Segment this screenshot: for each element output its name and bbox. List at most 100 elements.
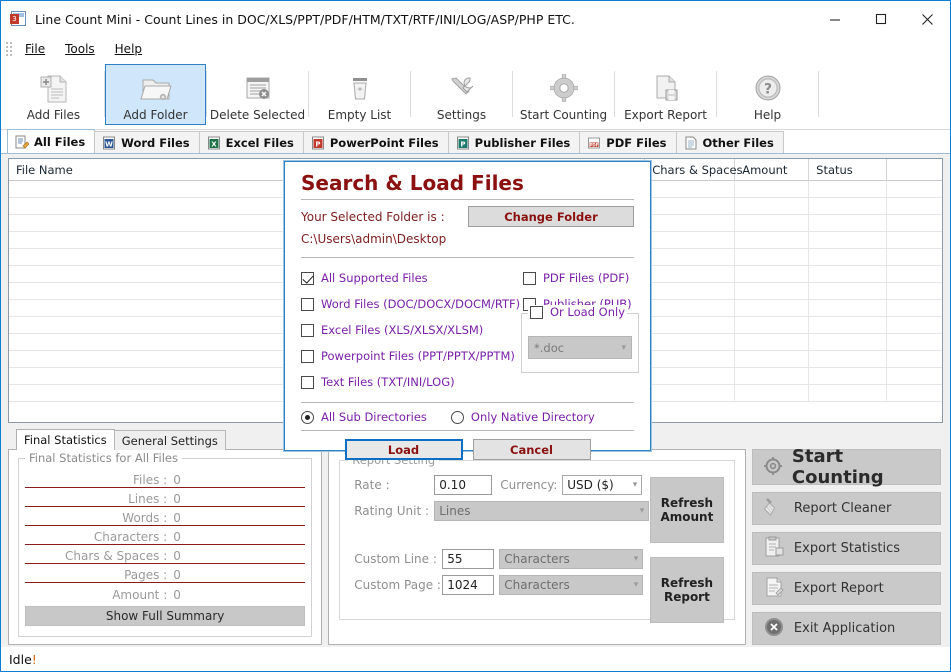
action-label-start-counting: Start Counting [791, 446, 884, 488]
checkbox-pdf-files[interactable]: PDF Files (PDF) [523, 265, 634, 291]
statistic-label: Characters : [93, 530, 168, 544]
tab-publisher-files[interactable]: P Publisher Files [447, 131, 581, 153]
table-cell [887, 266, 942, 282]
toolbar-button-settings[interactable]: Settings [411, 64, 512, 125]
custom-line-unit-select[interactable]: Characters ▾ [499, 549, 644, 569]
currency-select[interactable]: USD ($) ▾ [562, 475, 643, 495]
radio-all-sub-directories[interactable] [301, 410, 314, 424]
checkbox-box-pdf[interactable] [523, 271, 536, 285]
dialog-divider-1 [301, 199, 634, 200]
refresh-amount-button[interactable]: Refresh Amount [649, 477, 724, 543]
custom-page-unit-select[interactable]: Characters ▾ [499, 575, 644, 595]
checkbox-powerpoint-files[interactable]: Powerpoint Files (PPT/PPTX/PPTM) [301, 343, 523, 369]
help-icon: ? [751, 71, 785, 107]
close-button[interactable] [904, 2, 950, 36]
final-statistics-group-label: Final Statistics for All Files [25, 451, 183, 465]
selected-folder-label: Your Selected Folder is : [301, 209, 445, 224]
checkbox-box-text[interactable] [301, 375, 314, 389]
menu-item-help[interactable]: Help [105, 39, 152, 59]
load-only-extension-select[interactable]: *.doc ▾ [528, 336, 632, 359]
tab-final-statistics[interactable]: Final Statistics [16, 429, 115, 450]
checkbox-or-load-only[interactable]: Or Load Only [528, 305, 628, 319]
action-exit-application[interactable]: Exit Application [751, 612, 941, 645]
toolbar: Add Files Add Folder Delete Selected Emp… [1, 61, 950, 130]
currency-label: Currency: [500, 478, 558, 492]
checkbox-box-powerpoint[interactable] [301, 349, 314, 363]
exit-icon [763, 616, 785, 641]
checkbox-box-load-only[interactable] [530, 305, 543, 319]
maximize-button[interactable] [858, 2, 904, 36]
minimize-button[interactable] [812, 2, 858, 36]
menu-item-file[interactable]: File [15, 39, 55, 59]
cancel-button[interactable]: Cancel [472, 439, 591, 460]
column-header-amount[interactable]: Amount [735, 159, 810, 181]
checkbox-excel-files[interactable]: Excel Files (XLS/XLSX/XLSM) [301, 317, 523, 343]
tab-pdf-files[interactable]: PDF PDF Files [579, 131, 677, 153]
currency-value: USD ($) [567, 478, 614, 492]
menu-help-label: Help [114, 42, 143, 56]
table-cell [809, 334, 888, 350]
dialog-button-row: Load Cancel [301, 439, 634, 460]
toolbar-label-start-counting: Start Counting [519, 108, 608, 122]
checkbox-box-all-supported[interactable] [301, 271, 314, 285]
tab-label-final-statistics: Final Statistics [24, 433, 107, 447]
app-document-icon: 3 [10, 10, 28, 28]
toolbar-button-add-files[interactable]: Add Files [3, 64, 104, 125]
chevron-down-icon: ▾ [639, 506, 645, 516]
svg-text:?: ? [763, 82, 771, 98]
toolbar-button-delete-selected[interactable]: Delete Selected [207, 64, 308, 125]
table-cell [887, 249, 942, 265]
checkbox-all-supported-files[interactable]: All Supported Files [301, 265, 523, 291]
tab-all-files[interactable]: All Files [7, 129, 96, 153]
toolbar-button-add-folder[interactable]: Add Folder [105, 64, 206, 125]
table-cell [735, 198, 810, 214]
tab-other-files[interactable]: Other Files [675, 131, 784, 153]
action-report-cleaner[interactable]: Report Cleaner [751, 492, 941, 525]
column-header-status[interactable]: Status [809, 159, 888, 181]
statistic-value: 0 [173, 568, 181, 582]
settings-icon [445, 71, 479, 107]
radio-only-native-directory[interactable] [450, 410, 464, 424]
checkbox-label-word: Word Files (DOC/DOCX/DOCM/RTF) [321, 297, 521, 311]
action-export-report[interactable]: Export Report [751, 572, 941, 605]
report-setting-groupbox: Report Setting Rate : 0.10 Currency: USD… [339, 453, 735, 623]
toolbar-button-empty-list[interactable]: Empty List [309, 64, 410, 125]
tab-excel-files[interactable]: X Excel Files [198, 131, 304, 153]
checkbox-word-files[interactable]: Word Files (DOC/DOCX/DOCM/RTF) [301, 291, 523, 317]
statistic-label: Words : [122, 511, 168, 525]
action-start-counting[interactable]: Start Counting [751, 446, 941, 488]
toolbar-button-export-report[interactable]: Export Report [615, 64, 716, 125]
menu-file-label: File [25, 42, 46, 56]
checkbox-column-left: All Supported Files Word Files (DOC/DOCX… [301, 265, 523, 395]
table-cell [809, 300, 888, 316]
toolbar-button-help[interactable]: ? Help [717, 64, 818, 125]
checkbox-box-word[interactable] [301, 297, 314, 311]
menu-item-tools[interactable]: Tools [55, 39, 105, 59]
change-folder-button[interactable]: Change Folder [468, 206, 634, 227]
toolbar-separator [818, 71, 819, 117]
load-button[interactable]: Load [344, 439, 463, 460]
checkbox-box-excel[interactable] [301, 323, 314, 337]
tab-word-files[interactable]: W Word Files [94, 131, 200, 153]
column-header-chars-spaces[interactable]: Chars & Spaces [645, 159, 743, 181]
action-export-statistics[interactable]: Export Statistics [751, 532, 941, 565]
column-header-extra[interactable] [887, 159, 942, 181]
tab-general-settings[interactable]: General Settings [113, 430, 226, 450]
table-cell [735, 249, 810, 265]
toolbar-button-start-counting[interactable]: Start Counting [513, 64, 614, 125]
tab-powerpoint-files[interactable]: P PowerPoint Files [302, 131, 449, 153]
rating-unit-select[interactable]: Lines ▾ [434, 501, 650, 521]
refresh-report-button[interactable]: Refresh Report [649, 557, 724, 623]
toolbar-label-empty-list: Empty List [327, 108, 392, 122]
checkbox-text-files[interactable]: Text Files (TXT/INI/LOG) [301, 369, 523, 395]
add-files-icon [37, 71, 71, 107]
custom-page-input[interactable]: 1024 [442, 575, 495, 595]
table-cell [809, 232, 888, 248]
custom-line-input[interactable]: 55 [442, 549, 495, 569]
show-full-summary-button[interactable]: Show Full Summary [25, 606, 306, 626]
rate-input[interactable]: 0.10 [434, 475, 493, 495]
search-load-files-dialog: Search & Load Files Your Selected Folder… [284, 161, 651, 460]
table-cell [887, 385, 942, 401]
table-cell [735, 317, 810, 333]
table-cell [645, 368, 736, 384]
